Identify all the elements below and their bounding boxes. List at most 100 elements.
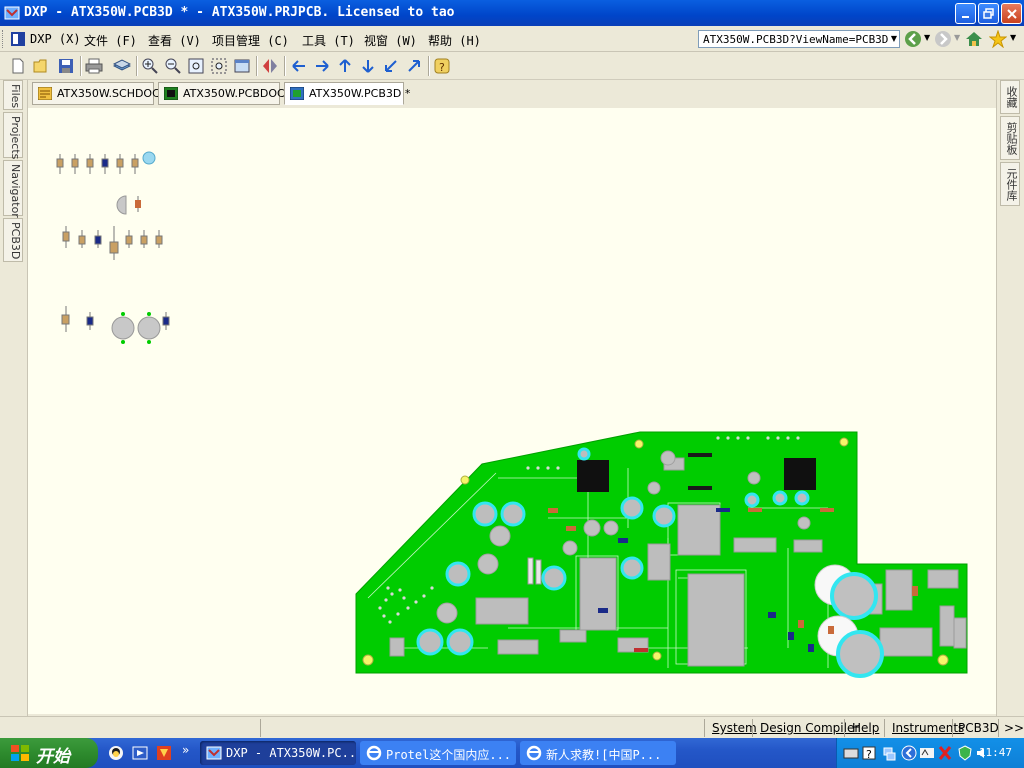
- media-player-icon[interactable]: [132, 745, 148, 761]
- zoom-fit-icon: [188, 58, 204, 74]
- doc-tab-label: ATX350W.PCB3D *: [309, 87, 411, 100]
- loose-components: [56, 151, 170, 344]
- menu-help[interactable]: 帮助 (H): [428, 32, 481, 49]
- flip-button[interactable]: [260, 56, 280, 76]
- panel-tab-navigator[interactable]: Navigator: [3, 160, 23, 218]
- doc-tab-pcb3d[interactable]: ATX350W.PCB3D *: [284, 82, 410, 105]
- arrow-left-icon: [292, 60, 305, 72]
- pan-left-button[interactable]: [289, 56, 309, 76]
- zoom-out-button[interactable]: [163, 56, 183, 76]
- dxp-menu-icon: [11, 32, 25, 46]
- help-icon: ?: [434, 58, 450, 74]
- forward-icon[interactable]: [934, 30, 952, 48]
- close-button[interactable]: [1001, 3, 1022, 24]
- flip-icon: [263, 59, 277, 73]
- forward-dropdown-icon[interactable]: ▼: [954, 33, 960, 42]
- document-tabs: ATX350W.SCHDOC ATX350W.PCBDOC ATX350W.PC…: [28, 80, 996, 108]
- restore-icon: [982, 7, 994, 19]
- new-button[interactable]: [8, 56, 28, 76]
- pan-right-button[interactable]: [312, 56, 332, 76]
- home-icon[interactable]: [964, 30, 984, 48]
- status-help-button[interactable]: Help: [852, 721, 879, 735]
- task-forum-browser[interactable]: 新人求教![中国P...: [520, 741, 676, 765]
- minimize-icon: [961, 15, 969, 18]
- pcb-doc-icon: [164, 87, 178, 100]
- open-button[interactable]: [32, 56, 52, 76]
- panel-tab-projects[interactable]: Projects: [3, 112, 23, 159]
- zoom-fit-button[interactable]: [186, 56, 206, 76]
- security-shield-icon[interactable]: [957, 745, 973, 761]
- doc-tab-label: ATX350W.PCBDOC: [183, 87, 285, 100]
- arrow-up-icon: [339, 59, 351, 72]
- zoom-in-button[interactable]: [140, 56, 160, 76]
- save-button[interactable]: [56, 56, 76, 76]
- panel-tab-pcb3d[interactable]: PCB3D: [3, 218, 23, 262]
- menu-view[interactable]: 查看 (V): [148, 32, 201, 49]
- ime-icon[interactable]: [919, 745, 935, 761]
- status-more-button[interactable]: >>: [1004, 721, 1024, 735]
- doc-tab-schdoc[interactable]: ATX350W.SCHDOC: [32, 82, 160, 105]
- ic-chip: [577, 460, 609, 492]
- help-button[interactable]: ?: [432, 56, 452, 76]
- panel-tab-clipboard[interactable]: 剪贴板: [1000, 116, 1020, 160]
- pan-down-button[interactable]: [358, 56, 378, 76]
- menu-tools[interactable]: 工具 (T): [302, 32, 355, 49]
- left-panel: Files Projects Navigator PCB3D: [0, 80, 28, 716]
- svg-text:?: ?: [866, 748, 872, 761]
- title-bar[interactable]: DXP - ATX350W.PCB3D * - ATX350W.PRJPCB. …: [0, 0, 1024, 26]
- task-label: Protel这个国内应...: [386, 748, 512, 762]
- antivirus-icon[interactable]: [937, 745, 953, 761]
- help-tray-icon[interactable]: ?: [861, 745, 877, 761]
- favorites-star-icon[interactable]: [989, 30, 1007, 48]
- open-icon: [33, 59, 47, 73]
- panel-tab-favorites[interactable]: 收藏: [1000, 80, 1020, 114]
- doc-tab-label: ATX350W.SCHDOC: [57, 87, 160, 100]
- layers-icon: [113, 59, 131, 71]
- menu-window[interactable]: 视窗 (W): [364, 32, 417, 49]
- print-icon: [85, 58, 103, 74]
- layers-button[interactable]: [112, 56, 132, 76]
- zoom-in-icon: [142, 58, 158, 74]
- pcb-board[interactable]: [355, 431, 968, 678]
- menu-grip[interactable]: [2, 30, 5, 48]
- rotate-ccw-button[interactable]: [381, 56, 401, 76]
- flashget-icon[interactable]: [156, 745, 172, 761]
- network-icon[interactable]: [881, 745, 897, 761]
- pan-up-button[interactable]: [335, 56, 355, 76]
- status-instruments-button[interactable]: Instruments: [892, 721, 964, 735]
- menu-project[interactable]: 项目管理 (C): [212, 32, 289, 49]
- pcb3d-viewport[interactable]: [28, 108, 996, 714]
- panel-tab-libraries[interactable]: 元件库: [1000, 162, 1020, 206]
- zoom-area-button[interactable]: [209, 56, 229, 76]
- main-toolbar: ?: [0, 52, 1024, 80]
- task-dxp[interactable]: DXP - ATX350W.PC...: [200, 741, 356, 765]
- status-pcb3d-button[interactable]: PCB3D: [958, 721, 999, 735]
- doc-tab-pcbdoc[interactable]: ATX350W.PCBDOC: [158, 82, 285, 105]
- quicklaunch-more-icon[interactable]: »: [182, 743, 189, 757]
- tray-collapse-icon[interactable]: [901, 745, 917, 761]
- menu-file[interactable]: 文件 (F): [84, 32, 137, 49]
- back-icon[interactable]: [904, 30, 922, 48]
- back-dropdown-icon[interactable]: ▼: [924, 33, 930, 42]
- status-bar: System Design Compiler Help Instruments …: [0, 716, 1024, 738]
- qq-icon[interactable]: [108, 745, 124, 761]
- address-dropdown-icon[interactable]: ▼: [888, 31, 900, 47]
- minimize-button[interactable]: [955, 3, 976, 24]
- menu-dxp[interactable]: DXP (X): [30, 32, 81, 46]
- capacitor-top-view: [111, 316, 135, 340]
- resistor-row-1: [56, 154, 139, 174]
- zoom-out-icon: [165, 58, 181, 74]
- address-input[interactable]: ATX350W.PCB3D?ViewName=PCB3D: [698, 30, 900, 48]
- task-protel-browser[interactable]: Protel这个国内应...: [360, 741, 516, 765]
- status-system-button[interactable]: System: [712, 721, 757, 735]
- print-button[interactable]: [84, 56, 104, 76]
- pcb3d-scene[interactable]: [28, 108, 996, 714]
- start-button[interactable]: 开始: [0, 738, 98, 768]
- favorites-dropdown-icon[interactable]: ▼: [1010, 33, 1016, 42]
- zoom-window-button[interactable]: [232, 56, 252, 76]
- panel-tab-files[interactable]: Files: [3, 80, 23, 110]
- system-tray: ? 11:47: [836, 738, 1024, 768]
- rotate-cw-button[interactable]: [404, 56, 424, 76]
- restore-button[interactable]: [978, 3, 999, 24]
- keyboard-icon[interactable]: [843, 745, 859, 761]
